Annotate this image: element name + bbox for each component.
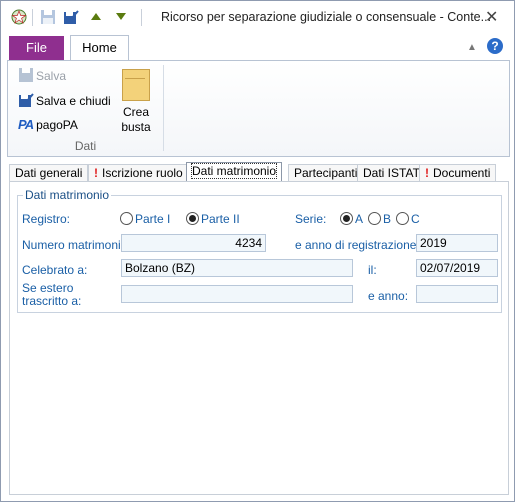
pagopa-label: pagoPA — [36, 118, 78, 132]
il-date-field[interactable]: 02/07/2019 — [416, 259, 498, 277]
anno-registrazione-field[interactable]: 2019 — [416, 234, 498, 252]
qat-separator — [32, 9, 33, 26]
il-label: il: — [368, 263, 377, 277]
pagopa-icon: PA — [18, 117, 34, 132]
arrow-down-icon[interactable] — [116, 13, 126, 20]
save-icon[interactable] — [40, 9, 56, 25]
celebrato-a-field[interactable]: Bolzano (BZ) — [121, 259, 353, 277]
radio-label: Parte I — [135, 212, 171, 226]
radio-circle-selected — [186, 212, 199, 225]
ribbon-tab-bar: File Home ▲ ? — [1, 34, 514, 61]
window-title: Ricorso per separazione giudiziale o con… — [161, 10, 492, 24]
tab-partecipanti[interactable]: Partecipanti — [288, 164, 364, 182]
emblem-icon — [11, 9, 27, 25]
warning-icon: ! — [94, 166, 98, 180]
crea-busta-button[interactable]: Crea busta — [116, 66, 156, 135]
radio-serie-b[interactable]: B — [368, 212, 391, 226]
pagopa-button[interactable]: PA pagoPA — [18, 115, 78, 135]
radio-circle-selected — [340, 212, 353, 225]
tab-home[interactable]: Home — [70, 35, 129, 61]
collapse-ribbon-icon[interactable]: ▲ — [467, 42, 477, 53]
registro-label: Registro: — [22, 212, 71, 226]
tab-iscrizione-ruolo[interactable]: ! Iscrizione ruolo — [88, 164, 189, 182]
radio-circle — [120, 212, 133, 225]
warning-icon: ! — [425, 166, 429, 180]
crea-busta-label-2: busta — [121, 120, 151, 134]
title-bar: Ricorso per separazione giudiziale o con… — [1, 1, 514, 33]
tab-label: Dati generali — [15, 166, 83, 180]
tab-panel: Dati matrimonio Registro: Parte I Parte … — [9, 181, 509, 495]
group-title: Dati matrimonio — [23, 188, 112, 202]
qat-separator — [141, 9, 142, 26]
radio-parte-ii[interactable]: Parte II — [186, 212, 240, 226]
form-tab-strip: Dati generali ! Iscrizione ruolo Dati mat… — [9, 162, 507, 183]
tab-label: Iscrizione ruolo — [102, 166, 183, 180]
app-window: Ricorso per separazione giudiziale o con… — [0, 0, 515, 502]
radio-label: C — [411, 212, 420, 226]
tab-dati-generali[interactable]: Dati generali — [9, 164, 89, 182]
tab-label: Dati matrimonio — [190, 163, 278, 179]
salva-button[interactable]: Salva — [18, 66, 66, 86]
se-estero-field[interactable] — [121, 285, 353, 303]
radio-label: A — [355, 212, 364, 226]
close-icon[interactable]: ✕ — [485, 7, 498, 27]
numero-matrimonio-field[interactable]: 4234 — [121, 234, 266, 252]
celebrato-a-label: Celebrato a: — [22, 263, 88, 277]
numero-matrimonio-label: Numero matrimonio: — [22, 238, 131, 252]
anno-registrazione-label: e anno di registrazione: — [295, 238, 420, 252]
radio-circle — [396, 212, 409, 225]
tab-label: Documenti — [433, 166, 491, 180]
tab-file[interactable]: File — [9, 36, 64, 60]
se-estero-label: Se estero trascritto a: — [22, 282, 81, 308]
dati-matrimonio-group: Dati matrimonio Registro: Parte I Parte … — [17, 188, 502, 313]
salva-label: Salva — [36, 69, 67, 83]
salva-e-chiudi-label: Salva e chiudi — [36, 94, 111, 108]
envelope-icon — [122, 69, 150, 101]
radio-serie-c[interactable]: C — [396, 212, 420, 226]
radio-parte-i[interactable]: Parte I — [120, 212, 170, 226]
tab-dati-matrimonio[interactable]: Dati matrimonio — [186, 162, 283, 183]
save-close-icon[interactable] — [63, 9, 79, 25]
tab-label: Partecipanti — [294, 166, 358, 180]
tab-dati-istat[interactable]: Dati ISTAT — [357, 164, 426, 182]
ribbon-group-label: Dati — [74, 139, 97, 153]
crea-busta-label-1: Crea — [122, 105, 149, 119]
radio-serie-a[interactable]: A — [340, 212, 363, 226]
help-icon[interactable]: ? — [487, 38, 503, 54]
radio-label: B — [383, 212, 392, 226]
radio-circle — [368, 212, 381, 225]
save-close-icon — [19, 93, 34, 107]
e-anno-field[interactable] — [416, 285, 498, 303]
salva-e-chiudi-button[interactable]: Salva e chiudi — [18, 91, 111, 111]
save-icon — [19, 68, 33, 82]
tab-label: Dati ISTAT — [363, 166, 420, 180]
e-anno-label: e anno: — [368, 289, 409, 303]
tab-documenti[interactable]: ! Documenti — [419, 164, 497, 182]
arrow-up-icon[interactable] — [91, 13, 101, 20]
serie-label: Serie: — [295, 212, 327, 226]
radio-label: Parte II — [201, 212, 240, 226]
ribbon-group-separator — [163, 65, 164, 151]
ribbon: Salva Salva e chiudi PA pagoPA Crea busta… — [7, 60, 510, 157]
se-estero-label-2: trascritto a: — [22, 294, 82, 308]
